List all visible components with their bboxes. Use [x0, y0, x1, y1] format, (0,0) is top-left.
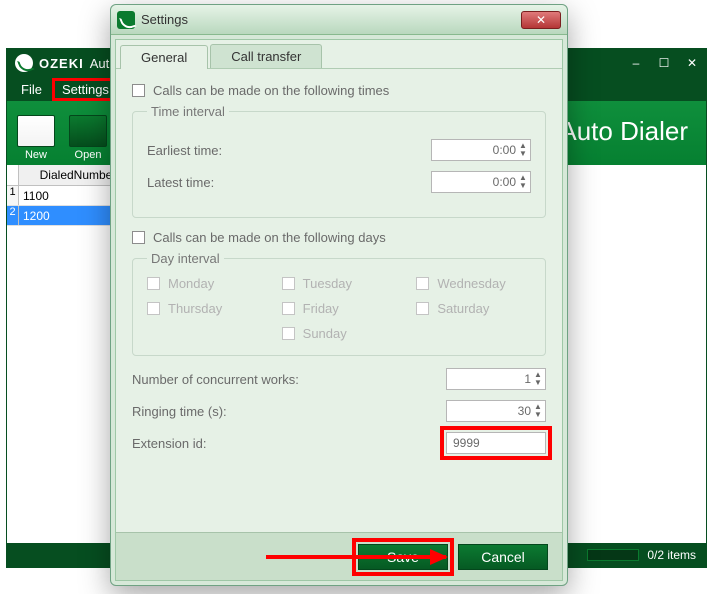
- day-interval-group: Day interval Monday Tuesday Wednesday Th…: [132, 251, 546, 356]
- app-phone-icon: [15, 54, 33, 72]
- chevron-down-icon[interactable]: ▼: [533, 411, 543, 419]
- dialog-content: Calls can be made on the following times…: [116, 69, 562, 532]
- toolbar-open-button[interactable]: Open: [69, 115, 107, 161]
- monday-checkbox[interactable]: [147, 277, 160, 290]
- tab-call-transfer[interactable]: Call transfer: [210, 44, 322, 68]
- dialog-titlebar[interactable]: Settings ✕: [111, 5, 567, 35]
- main-maximize-button[interactable]: ☐: [650, 53, 678, 73]
- menu-file[interactable]: File: [13, 80, 50, 99]
- wednesday-checkbox[interactable]: [416, 277, 429, 290]
- status-items: 0/2 items: [647, 548, 696, 562]
- menu-settings[interactable]: Settings: [54, 80, 117, 99]
- latest-time-input[interactable]: 0:00 ▲▼: [431, 171, 531, 193]
- row-number: 2: [7, 206, 19, 225]
- settings-dialog: Settings ✕ General Call transfer Calls c…: [110, 4, 568, 586]
- ringing-time-input[interactable]: 30 ▲▼: [446, 400, 546, 422]
- friday-checkbox[interactable]: [282, 302, 295, 315]
- progress-bar: [587, 549, 639, 561]
- earliest-time-value: 0:00: [493, 143, 516, 157]
- thursday-label: Thursday: [168, 301, 222, 316]
- toolbar-title: Auto Dialer: [559, 116, 696, 161]
- saturday-label: Saturday: [437, 301, 489, 316]
- new-file-icon: [17, 115, 55, 147]
- earliest-time-label: Earliest time:: [147, 143, 327, 158]
- chevron-down-icon[interactable]: ▼: [533, 379, 543, 387]
- row-number: 1: [7, 186, 19, 205]
- toolbar-open-label: Open: [75, 149, 102, 161]
- dialog-phone-icon: [117, 11, 135, 29]
- chevron-down-icon[interactable]: ▼: [518, 150, 528, 158]
- main-close-button[interactable]: ✕: [678, 53, 706, 73]
- cancel-button[interactable]: Cancel: [458, 544, 548, 570]
- days-checkbox[interactable]: [132, 231, 145, 244]
- ringing-time-value: 30: [518, 404, 531, 418]
- monday-label: Monday: [168, 276, 214, 291]
- brand-name: OZEKI: [39, 56, 84, 71]
- day-interval-legend: Day interval: [147, 251, 224, 266]
- main-minimize-button[interactable]: –: [622, 53, 650, 73]
- dialog-title-text: Settings: [141, 12, 188, 27]
- concurrent-works-label: Number of concurrent works:: [132, 372, 312, 387]
- wednesday-label: Wednesday: [437, 276, 505, 291]
- latest-time-value: 0:00: [493, 175, 516, 189]
- sunday-label: Sunday: [303, 326, 347, 341]
- save-button[interactable]: Save: [358, 544, 448, 570]
- concurrent-works-input[interactable]: 1 ▲▼: [446, 368, 546, 390]
- ringing-time-label: Ringing time (s):: [132, 404, 312, 419]
- days-checkbox-label: Calls can be made on the following days: [153, 230, 386, 245]
- toolbar-new-label: New: [25, 149, 47, 161]
- toolbar-new-button[interactable]: New: [17, 115, 55, 161]
- saturday-checkbox[interactable]: [416, 302, 429, 315]
- extension-id-value: 9999: [453, 436, 480, 450]
- open-file-icon: [69, 115, 107, 147]
- concurrent-works-value: 1: [524, 372, 531, 386]
- tab-general[interactable]: General: [120, 45, 208, 69]
- time-interval-group: Time interval Earliest time: 0:00 ▲▼ Lat…: [132, 104, 546, 218]
- tuesday-label: Tuesday: [303, 276, 352, 291]
- dialog-tabs: General Call transfer: [116, 40, 562, 69]
- extension-id-input[interactable]: 9999: [446, 432, 546, 454]
- times-checkbox[interactable]: [132, 84, 145, 97]
- extension-id-label: Extension id:: [132, 436, 312, 451]
- time-interval-legend: Time interval: [147, 104, 229, 119]
- chevron-down-icon[interactable]: ▼: [518, 182, 528, 190]
- thursday-checkbox[interactable]: [147, 302, 160, 315]
- window-title-suffix: Aut: [90, 56, 110, 71]
- dialog-button-bar: Save Cancel: [116, 532, 562, 580]
- times-checkbox-label: Calls can be made on the following times: [153, 83, 389, 98]
- sunday-checkbox[interactable]: [282, 327, 295, 340]
- dialog-close-button[interactable]: ✕: [521, 11, 561, 29]
- tuesday-checkbox[interactable]: [282, 277, 295, 290]
- earliest-time-input[interactable]: 0:00 ▲▼: [431, 139, 531, 161]
- friday-label: Friday: [303, 301, 339, 316]
- latest-time-label: Latest time:: [147, 175, 327, 190]
